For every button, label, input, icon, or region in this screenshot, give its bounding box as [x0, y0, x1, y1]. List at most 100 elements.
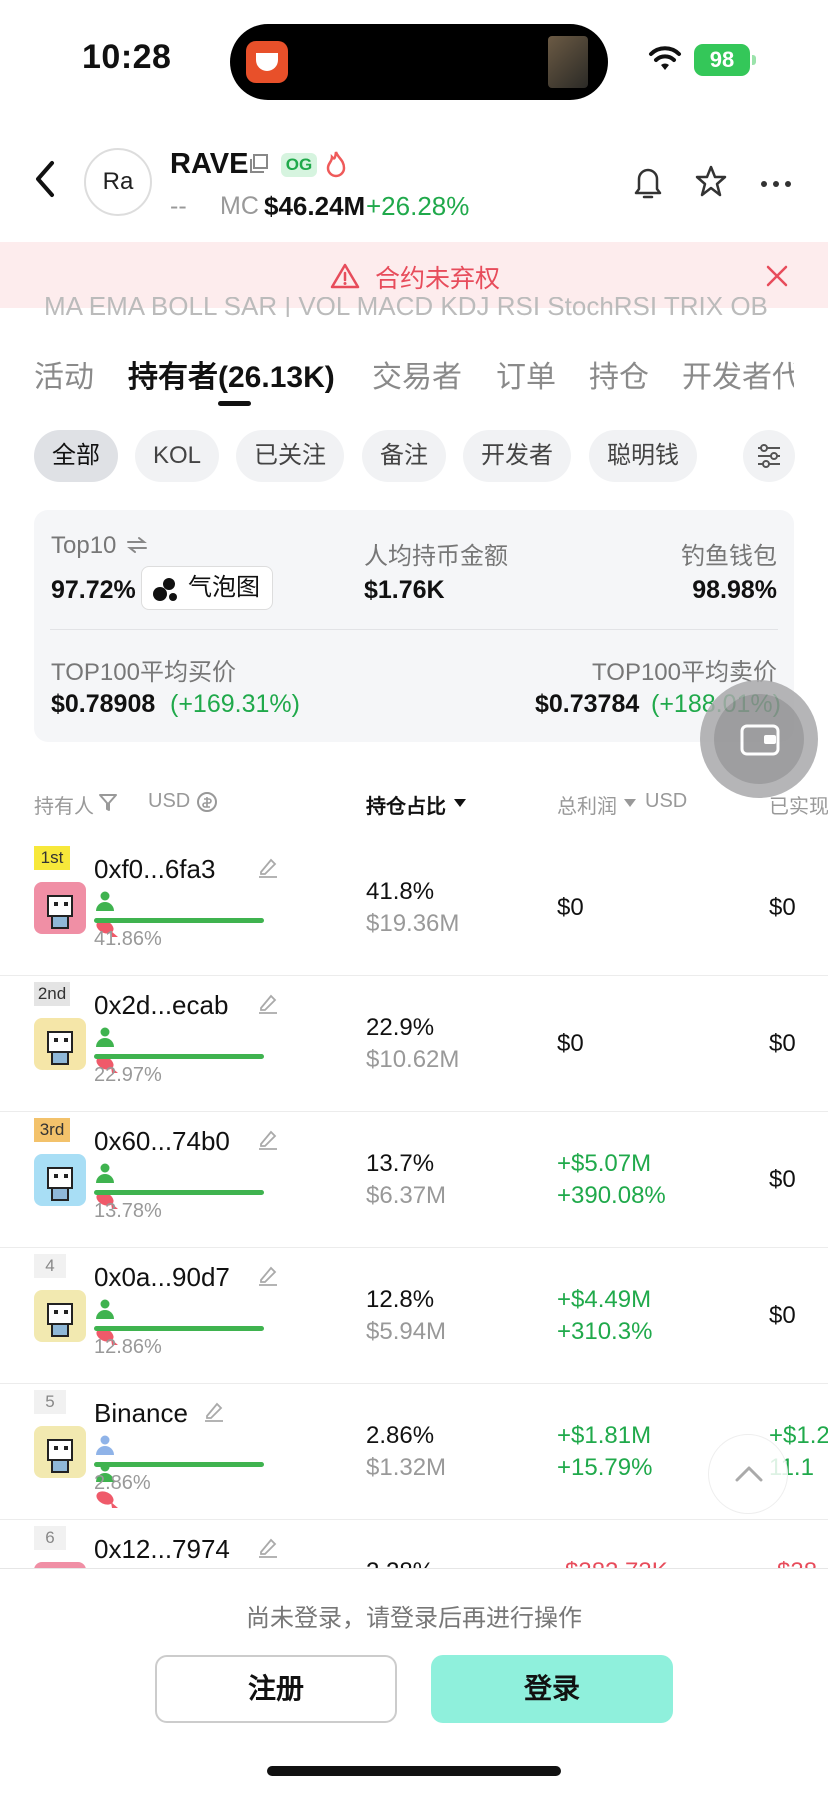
edit-note-icon[interactable]: [257, 1264, 279, 1291]
tab-developers[interactable]: 开发者代: [682, 352, 794, 396]
filter-notes[interactable]: 备注: [362, 430, 446, 482]
th-share[interactable]: 持仓占比: [366, 790, 446, 819]
top10-value: 97.72%: [51, 576, 136, 604]
realized-profit: $0: [769, 1166, 796, 1193]
register-button[interactable]: 注册: [155, 1655, 397, 1723]
sort-desc-icon[interactable]: [454, 799, 466, 807]
filter-all[interactable]: 全部: [34, 430, 118, 482]
tab-holders[interactable]: 持有者(26.13K): [128, 352, 335, 396]
th-profit[interactable]: 总利润: [557, 790, 617, 819]
holder-address[interactable]: 0x2d...ecab: [94, 990, 228, 1021]
holding-percent: 2.86%: [94, 1472, 151, 1494]
bubble-map-button[interactable]: 气泡图: [141, 566, 273, 610]
th-profit-unit: USD: [645, 790, 688, 812]
login-button[interactable]: 登录: [431, 1655, 673, 1723]
close-icon[interactable]: [765, 264, 789, 288]
copy-icon[interactable]: [249, 154, 269, 174]
avatar: [34, 1154, 86, 1206]
holder-address[interactable]: 0x0a...90d7: [94, 1262, 230, 1293]
filter-settings-button[interactable]: [743, 430, 795, 482]
floating-wallet-button[interactable]: [700, 680, 818, 798]
user-tag-icon: [96, 1163, 114, 1183]
holding-bar: [94, 1190, 264, 1195]
more-icon[interactable]: [760, 180, 792, 188]
swap-icon[interactable]: [126, 536, 148, 554]
top100-buy-label: TOP100平均买价: [51, 659, 236, 686]
rank-badge: 3rd: [34, 1118, 70, 1142]
th-realized: 已实现: [769, 796, 828, 818]
phishing-value: 98.98%: [692, 576, 777, 604]
th-holder: 持有人: [34, 796, 94, 818]
holding-percent: 22.97%: [94, 1064, 162, 1086]
chevron-up-icon: [735, 1466, 763, 1482]
filter-followed[interactable]: 已关注: [236, 430, 344, 482]
bubble-icon: [153, 578, 177, 601]
top100-buy-value: $0.78908: [51, 690, 156, 718]
total-profit: +$4.49M: [557, 1286, 652, 1313]
currency-switch-icon[interactable]: [196, 791, 218, 813]
realized-profit: $0: [769, 1302, 796, 1329]
total-profit: $0: [557, 1030, 584, 1057]
position-usd: $6.37M: [366, 1182, 447, 1209]
tab-traders[interactable]: 交易者: [372, 352, 462, 396]
edit-note-icon[interactable]: [257, 1536, 279, 1563]
position-share: 22.9%: [366, 1014, 435, 1041]
holding-bar: [94, 1462, 264, 1467]
holder-address[interactable]: Binance: [94, 1398, 188, 1429]
top10-label: Top10: [51, 532, 117, 559]
holding-percent: 12.86%: [94, 1336, 162, 1358]
battery-indicator: 98: [694, 44, 756, 76]
wifi-icon: [649, 46, 681, 70]
total-profit: $0: [557, 894, 584, 921]
realized-profit: +$1.2: [769, 1422, 828, 1449]
avatar: [34, 1290, 86, 1342]
pixel-avatar-icon: [47, 1303, 73, 1337]
realized-profit: $0: [769, 1030, 796, 1057]
rank-badge: 4: [34, 1254, 66, 1278]
dropdown-caret-icon[interactable]: [624, 799, 636, 807]
edit-note-icon[interactable]: [203, 1400, 225, 1427]
back-arrow-icon[interactable]: [34, 160, 56, 198]
total-profit: +$1.81M: [557, 1422, 652, 1449]
rank-badge: 1st: [34, 846, 70, 870]
filter-developer[interactable]: 开发者: [463, 430, 571, 482]
position-share: 2.86%: [366, 1422, 435, 1449]
rank-badge: 2nd: [34, 982, 70, 1006]
position-usd: $10.62M: [366, 1046, 460, 1073]
holder-address[interactable]: 0x12...7974: [94, 1534, 230, 1565]
fire-icon: [326, 151, 346, 178]
holding-bar: [94, 918, 264, 923]
holder-address[interactable]: 0x60...74b0: [94, 1126, 230, 1157]
pixel-avatar-icon: [47, 1031, 73, 1065]
holder-address[interactable]: 0xf0...6fa3: [94, 854, 215, 885]
login-hint: 尚未登录，请登录后再进行操作: [246, 1605, 582, 1632]
filter-kol[interactable]: KOL: [135, 430, 219, 482]
avatar: [34, 1426, 86, 1478]
indicator-strip[interactable]: MA EMA BOLL SAR | VOL MACD KDJ RSI Stoch…: [44, 297, 768, 317]
star-icon[interactable]: [694, 164, 728, 198]
filter-funnel-icon[interactable]: [98, 792, 118, 812]
tab-orders[interactable]: 订单: [496, 352, 556, 396]
tab-activity[interactable]: 活动: [34, 352, 94, 396]
rank-badge: 5: [34, 1390, 66, 1414]
app-icon: [246, 41, 288, 83]
edit-note-icon[interactable]: [257, 856, 279, 883]
bell-icon[interactable]: [631, 164, 665, 202]
alert-text: 合约未弃权: [375, 265, 501, 293]
market-cap-change: +26.28%: [366, 191, 470, 221]
warning-icon: [330, 263, 360, 289]
total-profit-percent: +15.79%: [557, 1454, 653, 1481]
bubble-map-label: 气泡图: [188, 574, 260, 601]
holding-percent: 13.78%: [94, 1200, 162, 1222]
scroll-to-top-button[interactable]: [708, 1434, 788, 1514]
edit-note-icon[interactable]: [257, 992, 279, 1019]
user-tag-icon: [96, 1027, 114, 1047]
holding-percent: 41.86%: [94, 928, 162, 950]
market-cap-value: $46.24M: [264, 191, 366, 221]
filter-smart-money[interactable]: 聪明钱: [589, 430, 697, 482]
position-share: 13.7%: [366, 1150, 435, 1177]
edit-note-icon[interactable]: [257, 1128, 279, 1155]
tab-positions[interactable]: 持仓: [589, 352, 649, 396]
position-share: 41.8%: [366, 878, 435, 905]
total-profit-percent: +390.08%: [557, 1182, 666, 1209]
